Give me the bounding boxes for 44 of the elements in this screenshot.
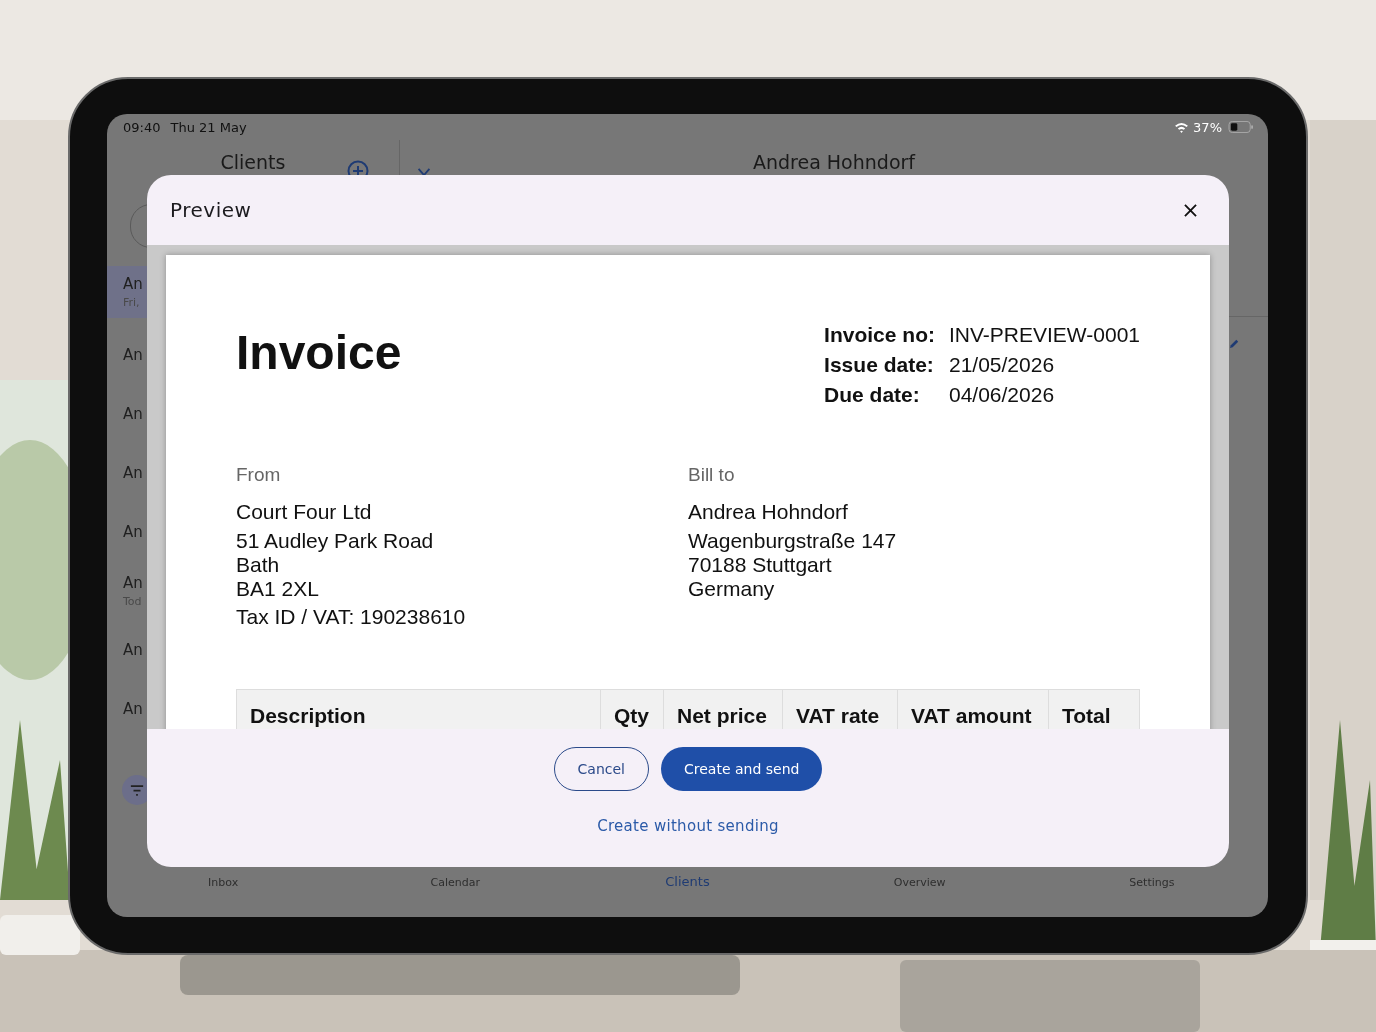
party-name: Andrea Hohndorf	[688, 500, 849, 524]
battery-percent: 37%	[1193, 119, 1222, 135]
tab-item[interactable]: Settings	[1035, 876, 1268, 889]
column-header: VAT amount	[897, 690, 1048, 729]
tab-item[interactable]: Calendar	[339, 876, 572, 889]
create-link[interactable]: Create without sending	[597, 817, 779, 835]
column-header: Total	[1048, 690, 1141, 729]
address-line: 51 Audley Park Road	[236, 529, 435, 553]
battery-icon	[1228, 121, 1254, 133]
party-heading: From	[236, 464, 282, 486]
dialog-title: Preview	[170, 198, 252, 222]
tax-id: Tax ID / VAT: 190238610	[236, 605, 467, 629]
column-header: Description	[249, 703, 367, 729]
close-icon[interactable]	[1184, 203, 1197, 217]
tab-item[interactable]: Clients	[571, 874, 804, 889]
party-heading: Bill to	[688, 464, 736, 486]
column-header: Net price	[663, 690, 782, 729]
meta-label: Invoice no:	[824, 323, 935, 347]
chevron-down-icon[interactable]	[417, 168, 431, 177]
party-name: Court Four Ltd	[236, 500, 373, 524]
meta-value: 04/06/2026	[948, 383, 1056, 407]
address-line: Germany	[688, 577, 776, 601]
status-date: Thu 21 May	[170, 119, 247, 135]
client-name-title: Andrea Hohndorf	[752, 152, 916, 173]
create-send-button[interactable]: Create and send	[661, 747, 823, 791]
column-header: Qty	[600, 690, 663, 729]
meta-label: Issue date:	[824, 353, 935, 377]
meta-value: 21/05/2026	[948, 353, 1056, 377]
tab-item[interactable]: Overview	[803, 876, 1036, 889]
filter-icon	[130, 784, 144, 796]
invoice-title: Invoice	[236, 325, 402, 381]
status-time: 09:40	[123, 119, 161, 135]
column-header: VAT rate	[782, 690, 897, 729]
meta-label: Due date:	[824, 383, 921, 407]
wifi-icon	[1174, 121, 1190, 133]
client-subtitle: Fri,	[123, 296, 141, 309]
address-line: Bath	[236, 553, 281, 577]
address-line: Wagenburgstraße 147	[688, 529, 898, 553]
pencil-icon[interactable]	[1229, 338, 1240, 349]
sidebar-title: Clients	[220, 152, 286, 173]
tab-item[interactable]: Inbox	[107, 876, 340, 889]
meta-value: INV-PREVIEW-0001	[948, 323, 1140, 347]
address-line: BA1 2XL	[236, 577, 320, 601]
address-line: 70188 Stuttgart	[688, 553, 833, 577]
